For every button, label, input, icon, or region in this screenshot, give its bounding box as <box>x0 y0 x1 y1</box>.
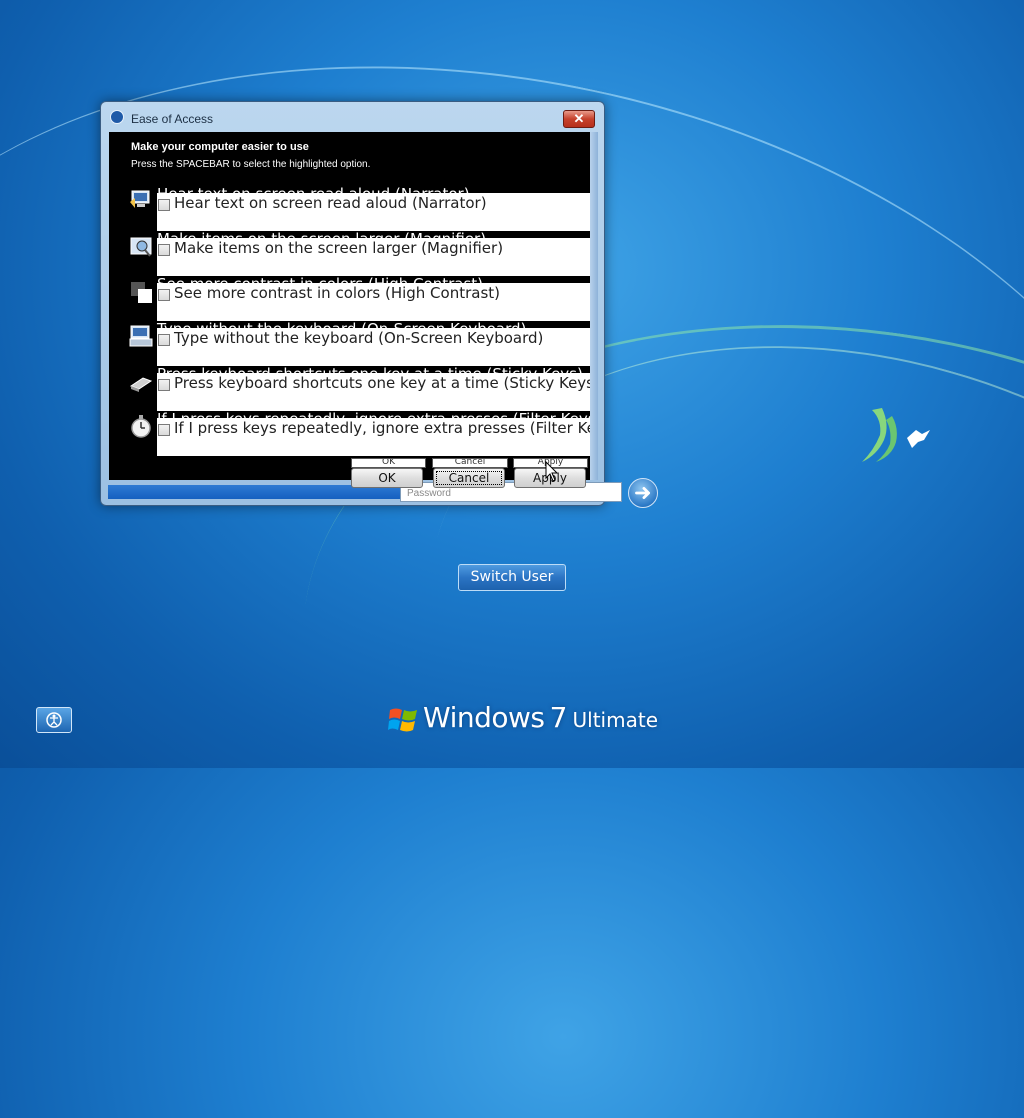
magnifier-icon <box>130 237 152 257</box>
windows-logo-icon <box>388 708 417 732</box>
option-label: If I press keys repeatedly, ignore extra… <box>174 419 598 437</box>
dialog-content: Make your computer easier to use Press t… <box>109 132 598 480</box>
dialog-subheading: Press the SPACEBAR to select the highlig… <box>131 159 371 170</box>
ease-of-access-dialog: Ease of Access ✕ Make your computer easi… <box>100 101 605 506</box>
brand-windows: Windows <box>423 701 545 734</box>
option-label: Make items on the screen larger (Magnifi… <box>174 239 504 257</box>
option-filter-keys[interactable]: If I press keys repeatedly, ignore extra… <box>157 418 598 456</box>
filter-keys-checkbox[interactable] <box>158 424 170 436</box>
narrator-checkbox[interactable] <box>158 199 170 211</box>
birds-decoration <box>862 408 930 462</box>
cancel-button[interactable]: Cancel <box>433 468 505 488</box>
high-contrast-icon <box>131 282 152 303</box>
option-label: Type without the keyboard (On-Screen Key… <box>174 329 544 347</box>
option-label: See more contrast in colors (High Contra… <box>174 284 501 302</box>
ease-of-access-icon <box>46 712 62 728</box>
option-narrator[interactable]: Hear text on screen read aloud (Narrator… <box>157 193 598 231</box>
windows-branding: Windows 7 Ultimate <box>423 701 658 734</box>
close-button[interactable]: ✕ <box>563 110 595 128</box>
option-on-screen-keyboard[interactable]: Type without the keyboard (On-Screen Key… <box>157 328 598 366</box>
narrator-icon <box>130 190 150 208</box>
password-placeholder: Password <box>407 488 451 499</box>
vertical-scrollbar[interactable] <box>590 132 598 480</box>
ease-of-access-button[interactable] <box>36 707 72 733</box>
option-label: Hear text on screen read aloud (Narrator… <box>174 194 487 212</box>
dialog-titlebar[interactable]: Ease of Access ✕ <box>101 102 604 130</box>
option-sticky-keys[interactable]: Press keyboard shortcuts one key at a ti… <box>157 373 598 411</box>
option-high-contrast[interactable]: See more contrast in colors (High Contra… <box>157 283 598 321</box>
dialog-title: Ease of Access <box>131 112 214 126</box>
mouse-cursor-icon <box>545 461 559 482</box>
stopwatch-icon <box>131 415 151 438</box>
switch-user-button[interactable]: Switch User <box>458 564 566 591</box>
ease-of-access-icon <box>110 110 124 124</box>
magnifier-checkbox[interactable] <box>158 244 170 256</box>
brand-version: 7 <box>549 701 568 734</box>
option-label: Press keyboard shortcuts one key at a ti… <box>174 374 598 392</box>
ghost-cancel-button: Cancel <box>432 458 508 468</box>
sticky-keys-icon <box>129 377 153 392</box>
option-magnifier[interactable]: Make items on the screen larger (Magnifi… <box>157 238 598 276</box>
submit-arrow-button[interactable] <box>628 478 658 508</box>
on-screen-keyboard-checkbox[interactable] <box>158 334 170 346</box>
sticky-keys-checkbox[interactable] <box>158 379 170 391</box>
dialog-heading: Make your computer easier to use <box>131 141 309 153</box>
high-contrast-checkbox[interactable] <box>158 289 170 301</box>
ghost-ok-button: OK <box>351 458 426 468</box>
ok-button[interactable]: OK <box>351 468 423 488</box>
brand-edition: Ultimate <box>572 708 658 732</box>
keyboard-icon <box>129 325 153 347</box>
